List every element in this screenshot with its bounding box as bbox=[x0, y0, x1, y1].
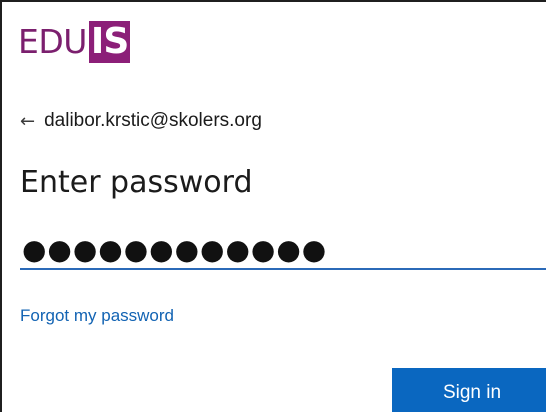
forgot-password-link[interactable]: Forgot my password bbox=[20, 306, 174, 326]
page-title: Enter password bbox=[20, 165, 253, 200]
account-email: dalibor.krstic@skolers.org bbox=[44, 110, 262, 131]
left-arrow-icon[interactable]: ← bbox=[20, 111, 35, 132]
eduis-logo: EDU IS bbox=[18, 20, 131, 64]
back-to-account-button[interactable]: ← dalibor.krstic@skolers.org bbox=[20, 108, 262, 134]
sign-in-button[interactable]: Sign in bbox=[392, 368, 546, 412]
logo-text: EDU bbox=[18, 22, 87, 61]
password-input[interactable] bbox=[20, 230, 546, 270]
logo-box: IS bbox=[88, 21, 131, 63]
sign-in-dialog: EDU IS ← dalibor.krstic@skolers.org Ente… bbox=[0, 0, 546, 412]
